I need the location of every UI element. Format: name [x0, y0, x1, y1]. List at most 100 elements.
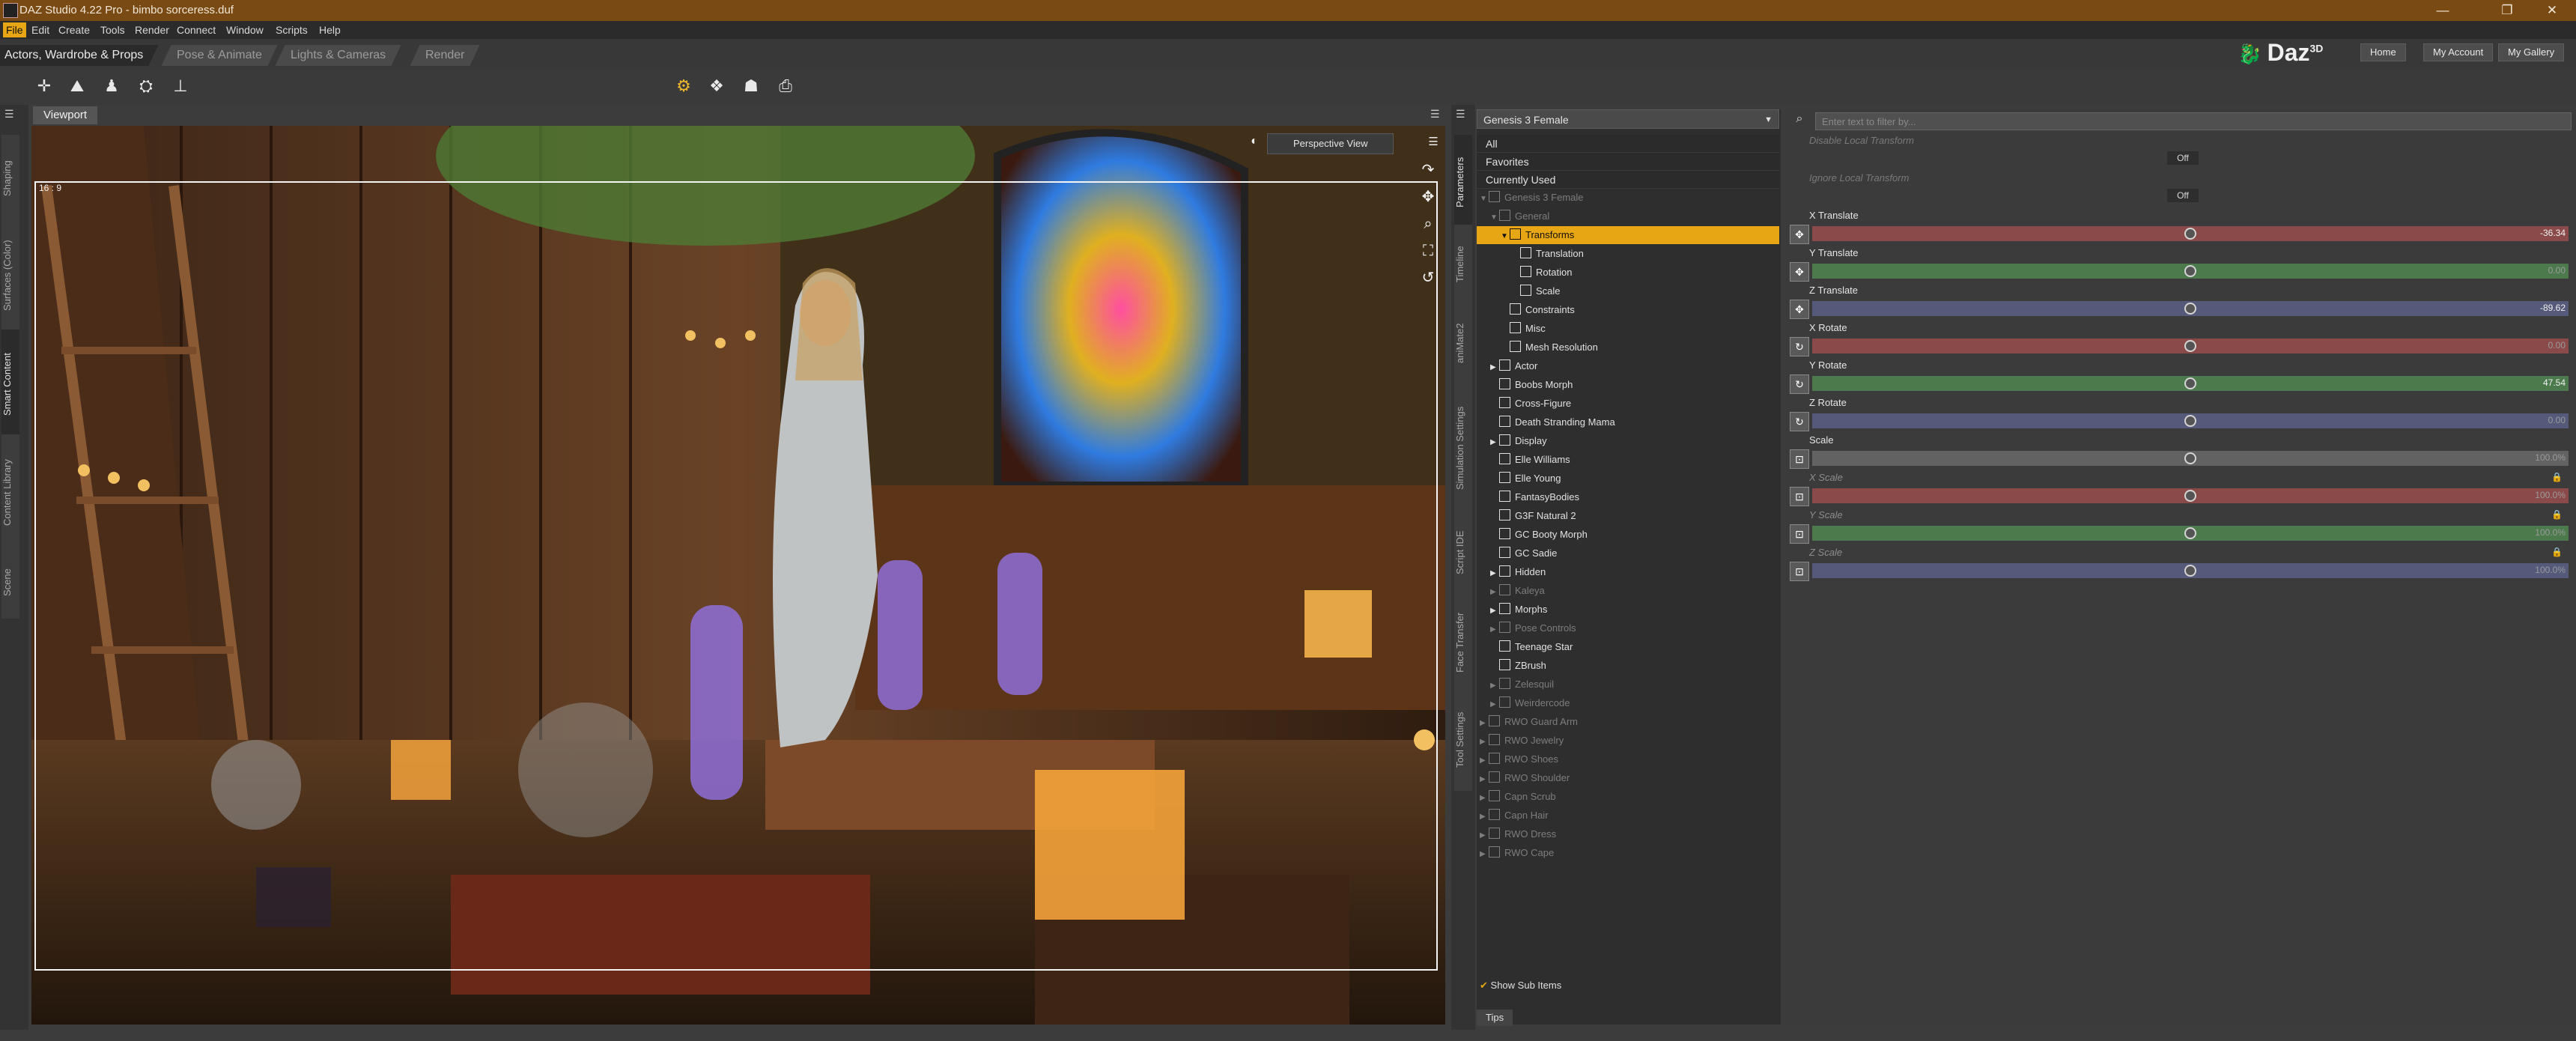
toggle-button[interactable]: Off [2167, 151, 2199, 165]
universal-tool-icon[interactable]: ✛ [33, 75, 55, 97]
param-value-field[interactable]: 0.00 [2548, 265, 2566, 276]
tree-node[interactable]: Teenage Star [1477, 638, 1779, 656]
tree-node[interactable]: ▶ RWO Shoes [1477, 750, 1779, 768]
expand-arrow-icon[interactable]: ▶ [1480, 808, 1489, 826]
tree-node[interactable]: GC Booty Morph [1477, 526, 1779, 544]
tree-node[interactable]: Scale [1477, 282, 1779, 300]
tree-node[interactable]: ▶ Capn Scrub [1477, 788, 1779, 806]
tree-node[interactable]: Elle Williams [1477, 451, 1779, 469]
param-type-icon[interactable]: ↻ [1790, 374, 1809, 394]
expand-arrow-icon[interactable]: ▶ [1490, 359, 1499, 377]
tab-shaping[interactable]: Shaping [1, 135, 19, 222]
expand-arrow-icon[interactable]: ▶ [1490, 565, 1499, 583]
param-value-field[interactable]: 100.0% [2535, 527, 2566, 538]
param-value-field[interactable]: 100.0% [2535, 490, 2566, 500]
home-button[interactable]: Home [2360, 43, 2406, 61]
tree-node[interactable]: FantasyBodies [1477, 488, 1779, 506]
my-gallery-button[interactable]: My Gallery [2498, 43, 2565, 61]
expand-arrow-icon[interactable]: ▼ [1480, 190, 1489, 208]
tree-node[interactable]: Cross-Figure [1477, 395, 1779, 413]
viewport-menu-icon[interactable]: ☰ [1430, 108, 1440, 121]
group-tool-icon[interactable]: ⛭ [135, 75, 157, 97]
param-type-icon[interactable]: ⊡ [1790, 487, 1809, 506]
tree-node[interactable]: Death Stranding Mama [1477, 413, 1779, 431]
lock-icon[interactable]: 🔒 [2551, 509, 2563, 520]
align-tool-icon[interactable]: ⊥ [169, 75, 192, 97]
frame-icon[interactable]: ⛶ [1418, 241, 1438, 261]
tree-node[interactable]: Misc [1477, 320, 1779, 338]
expand-arrow-icon[interactable]: ▶ [1480, 752, 1489, 770]
param-value-field[interactable]: 0.00 [2548, 415, 2566, 425]
tree-node[interactable]: Elle Young [1477, 470, 1779, 488]
viewport-options-icon[interactable]: ☰ [1426, 135, 1441, 154]
param-value-field[interactable]: 100.0% [2535, 565, 2566, 575]
tree-node[interactable]: ▶ Zelesquil [1477, 676, 1779, 694]
tree-node[interactable]: ▼ Genesis 3 Female [1477, 189, 1779, 207]
node-tool-icon[interactable]: ⛰ [66, 75, 88, 97]
tree-node[interactable]: ▶ Actor [1477, 357, 1779, 375]
expand-arrow-icon[interactable]: ▶ [1490, 602, 1499, 620]
tree-node[interactable]: ▶ Weirdercode [1477, 694, 1779, 712]
viewport[interactable]: 16 : 9 Perspective View ◐ ☰ ↷ ✥ ⌕ ⛶ ↺ [31, 126, 1445, 1025]
tab-lights-cameras[interactable]: Lights & Cameras [275, 45, 401, 66]
tips-tab[interactable]: Tips [1477, 1010, 1513, 1026]
slider-knob[interactable] [2184, 228, 2196, 240]
tree-node[interactable]: ▶ Pose Controls [1477, 619, 1779, 637]
toggle-button[interactable]: Off [2167, 189, 2199, 202]
my-account-button[interactable]: My Account [2423, 43, 2494, 61]
menu-help[interactable]: Help [319, 24, 341, 36]
tree-node[interactable]: G3F Natural 2 [1477, 507, 1779, 525]
slider-knob[interactable] [2184, 527, 2196, 539]
parameter-filter-input[interactable]: Enter text to filter by... [1815, 112, 2572, 130]
tree-node[interactable]: ▶ RWO Cape [1477, 844, 1779, 862]
tree-node[interactable]: Mesh Resolution [1477, 339, 1779, 356]
tree-node[interactable]: Rotation [1477, 264, 1779, 282]
camera-render-icon[interactable]: ⎙ [774, 75, 797, 97]
tab-tool-settings[interactable]: Tool Settings [1454, 689, 1472, 791]
tree-node[interactable]: GC Sadie [1477, 544, 1779, 562]
show-sub-items-checkbox[interactable]: ✔ Show Sub Items [1480, 980, 1561, 992]
draw-style-icon[interactable]: ◐ [1245, 135, 1264, 154]
tree-node[interactable]: ▼ General [1477, 207, 1779, 225]
reset-view-icon[interactable]: ↺ [1418, 268, 1438, 288]
tree-node[interactable]: Boobs Morph [1477, 376, 1779, 394]
tree-node[interactable]: ▶ RWO Shoulder [1477, 769, 1779, 787]
filter-favorites[interactable]: Favorites [1477, 153, 1779, 171]
dock-menu-icon[interactable]: ☰ [1456, 108, 1465, 121]
param-type-icon[interactable]: ⊡ [1790, 524, 1809, 544]
menu-create[interactable]: Create [58, 24, 90, 36]
param-value-field[interactable]: -36.34 [2540, 228, 2566, 238]
lock-icon[interactable]: 🔒 [2551, 547, 2563, 557]
expand-arrow-icon[interactable]: ▶ [1490, 677, 1499, 695]
render-icon[interactable]: ☗ [740, 75, 762, 97]
tab-animate2[interactable]: aniMate2 [1454, 300, 1472, 386]
param-value-field[interactable]: 47.54 [2543, 377, 2566, 388]
menu-tools[interactable]: Tools [100, 24, 125, 36]
pan-icon[interactable]: ✥ [1418, 187, 1438, 207]
maximize-icon[interactable]: ❐ [2491, 1, 2524, 19]
param-value-field[interactable]: 0.00 [2548, 340, 2566, 350]
param-type-icon[interactable]: ⊡ [1790, 449, 1809, 469]
param-type-icon[interactable]: ↻ [1790, 412, 1809, 431]
menu-window[interactable]: Window [226, 24, 264, 36]
expand-arrow-icon[interactable]: ▶ [1490, 696, 1499, 714]
minimize-icon[interactable]: — [2426, 1, 2459, 19]
param-type-icon[interactable]: ↻ [1790, 337, 1809, 356]
tab-parameters[interactable]: Parameters [1454, 135, 1472, 229]
tab-simulation-settings[interactable]: Simulation Settings [1454, 382, 1472, 514]
tree-node[interactable]: ▶ Capn Hair [1477, 807, 1779, 825]
tree-node[interactable]: ▶ Kaleya [1477, 582, 1779, 600]
filter-all[interactable]: All [1477, 135, 1779, 153]
lock-icon[interactable]: 🔒 [2551, 472, 2563, 482]
param-type-icon[interactable]: ⊡ [1790, 562, 1809, 581]
panel-menu-icon[interactable]: ☰ [4, 108, 18, 121]
expand-arrow-icon[interactable]: ▶ [1480, 827, 1489, 845]
menu-edit[interactable]: Edit [31, 24, 49, 36]
tree-node[interactable]: ▶ RWO Jewelry [1477, 732, 1779, 750]
menu-scripts[interactable]: Scripts [276, 24, 308, 36]
filter-currently-used[interactable]: Currently Used [1477, 171, 1779, 189]
render-settings-icon[interactable]: ⚙ [672, 75, 695, 97]
expand-arrow-icon[interactable]: ▶ [1480, 846, 1489, 864]
menu-file[interactable]: File [3, 22, 26, 37]
menu-render[interactable]: Render [135, 24, 169, 36]
